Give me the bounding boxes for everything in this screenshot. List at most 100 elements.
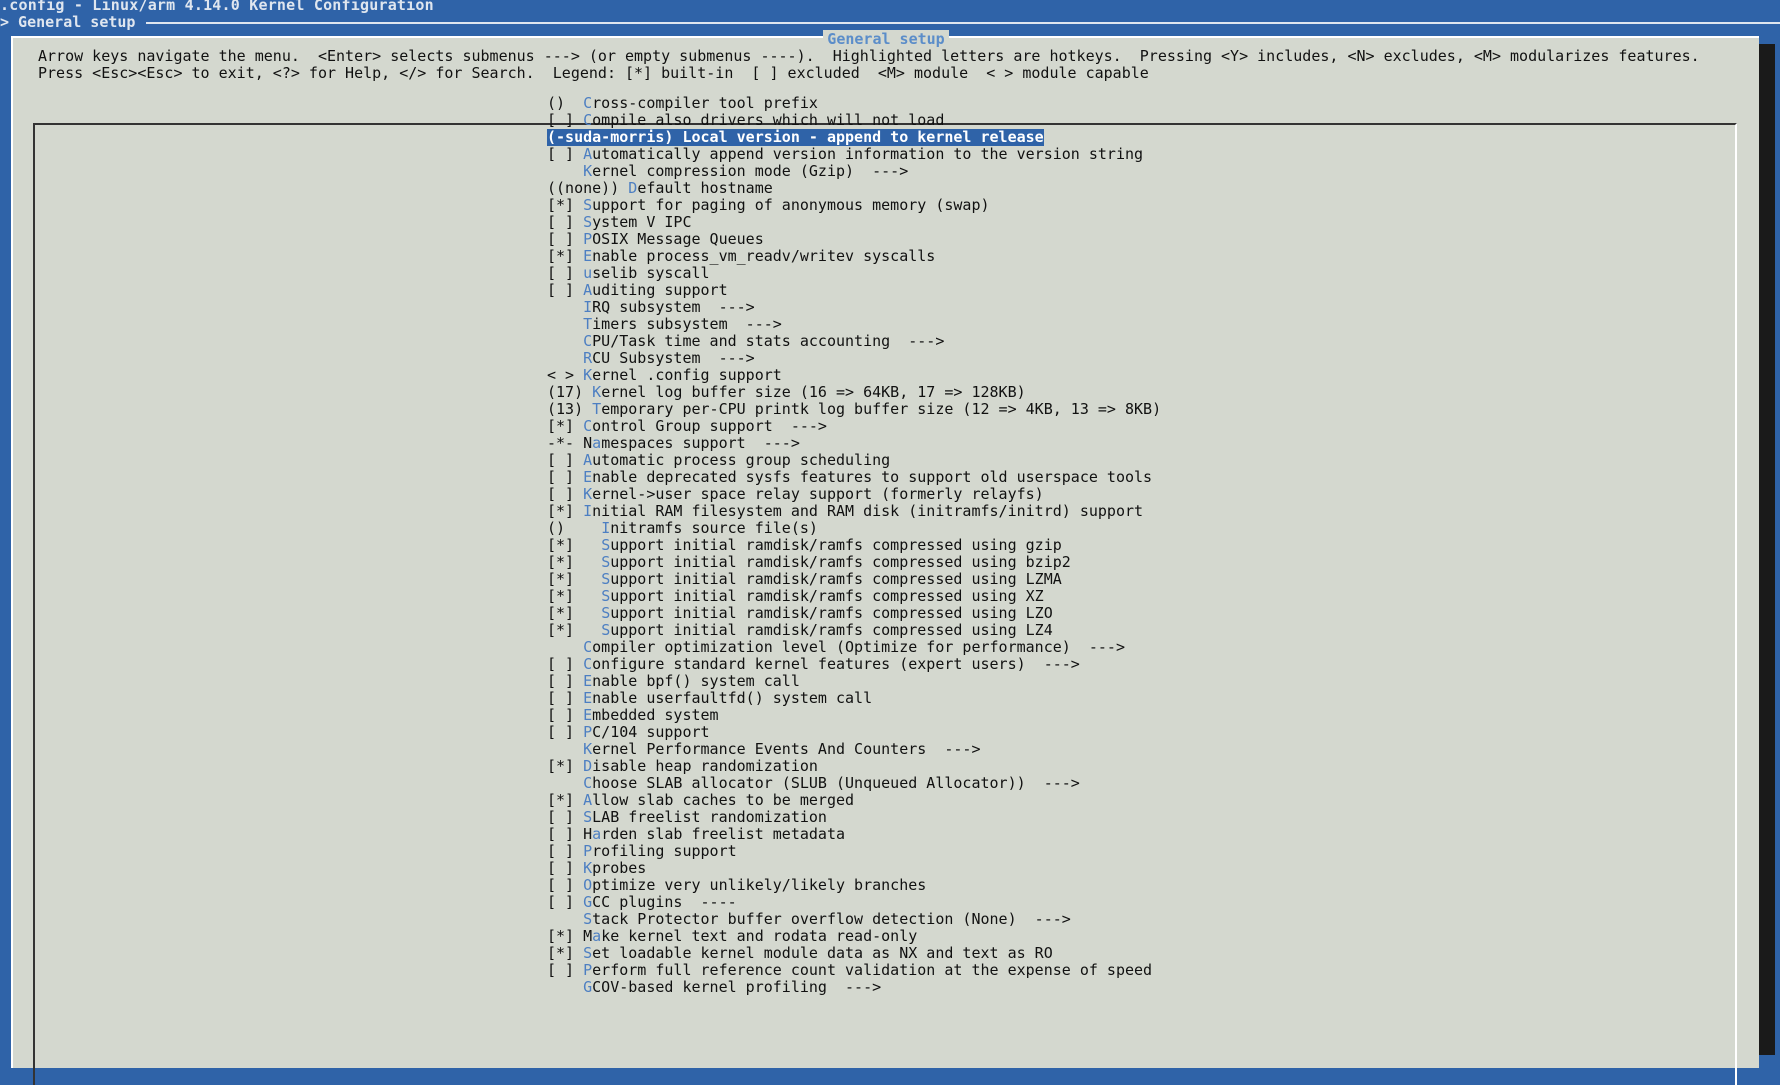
menu-item-label: System V IPC <box>583 214 691 231</box>
menu-item-label: Local version - append to kernel release <box>682 129 1044 146</box>
menu-item[interactable]: [ ] System V IPC <box>547 214 1161 231</box>
menu-item-hotkey: C <box>583 638 593 656</box>
menu-item-label: arden slab freelist metadata <box>592 826 845 843</box>
menu-item-label: Support initial ramdisk/ramfs compressed… <box>601 588 1044 605</box>
menu-item[interactable]: [*] Support initial ramdisk/ramfs compre… <box>547 554 1161 571</box>
menu-item-state: [*] <box>547 570 602 588</box>
menu-item[interactable]: Compiler optimization level (Optimize fo… <box>547 639 1161 656</box>
menu-item-label: Optimize very unlikely/likely branches <box>583 877 926 894</box>
menu-item-text: emporary per-CPU printk log buffer size … <box>601 400 1162 418</box>
menu-item[interactable]: [*] Support initial ramdisk/ramfs compre… <box>547 605 1161 622</box>
menu-item-state: [ ] <box>547 961 584 979</box>
menu-item[interactable]: [ ] Perform full reference count validat… <box>547 962 1161 979</box>
menu-item[interactable]: ((none)) Default hostname <box>547 180 1161 197</box>
menu-item[interactable]: [ ] Configure standard kernel features (… <box>547 656 1161 673</box>
menu-item[interactable]: [ ] Automatically append version informa… <box>547 146 1161 163</box>
menu-item-hotkey: u <box>583 264 593 282</box>
menu-item[interactable]: [ ] PC/104 support <box>547 724 1161 741</box>
menu-item[interactable]: [*] Enable process_vm_readv/writev sysca… <box>547 248 1161 265</box>
menu-item-state: [ ] <box>547 264 584 282</box>
menu-item-label: POSIX Message Queues <box>583 231 764 248</box>
menu-item[interactable]: Kernel Performance Events And Counters -… <box>547 741 1161 758</box>
menu-item[interactable]: [ ] Enable userfaultfd() system call <box>547 690 1161 707</box>
menu-item-text: upport initial ramdisk/ramfs compressed … <box>610 553 1071 571</box>
menu-item[interactable]: Kernel compression mode (Gzip) ---> <box>547 163 1161 180</box>
menu-item-label: Control Group support ---> <box>583 418 827 435</box>
menu-item-state: [*] <box>547 791 584 809</box>
menu-item-state: [ ] <box>547 145 584 163</box>
menu-item-state: [ ] <box>547 451 584 469</box>
menu-list[interactable]: () Cross-compiler tool prefix[ ] Compile… <box>547 95 1161 996</box>
menu-item-label: Support initial ramdisk/ramfs compressed… <box>601 605 1053 622</box>
menu-item-state: [*] <box>547 502 584 520</box>
menu-item[interactable]: [*] Set loadable kernel module data as N… <box>547 945 1161 962</box>
menu-item[interactable]: -*- Namespaces support ---> <box>547 435 1161 452</box>
menu-item[interactable]: [*] Support initial ramdisk/ramfs compre… <box>547 588 1161 605</box>
menu-item-hotkey: I <box>601 519 611 537</box>
menu-item[interactable]: [ ] Profiling support <box>547 843 1161 860</box>
menu-item-text: ernel compression mode (Gzip) ---> <box>592 162 909 180</box>
menu-item-text: mbedded system <box>592 706 719 724</box>
menu-item[interactable]: [*] Control Group support ---> <box>547 418 1161 435</box>
menu-item[interactable]: [*] Make kernel text and rodata read-onl… <box>547 928 1161 945</box>
menu-item-hotkey: S <box>601 604 611 622</box>
menu-item-selected[interactable]: (-suda-morris) Local version - append to… <box>547 129 1161 146</box>
menu-item-text: upport initial ramdisk/ramfs compressed … <box>610 570 1062 588</box>
menu-item[interactable]: (17) Kernel log buffer size (16 => 64KB,… <box>547 384 1161 401</box>
menu-item[interactable]: [*] Support initial ramdisk/ramfs compre… <box>547 571 1161 588</box>
menu-item[interactable]: () Cross-compiler tool prefix <box>547 95 1161 112</box>
menu-item[interactable]: (13) Temporary per-CPU printk log buffer… <box>547 401 1161 418</box>
menu-item[interactable]: [*] Support initial ramdisk/ramfs compre… <box>547 537 1161 554</box>
menu-item[interactable]: [ ] Enable bpf() system call <box>547 673 1161 690</box>
menu-item-hotkey: A <box>583 145 593 163</box>
menu-item-hotkey: A <box>583 791 593 809</box>
menu-item[interactable]: [*] Initial RAM filesystem and RAM disk … <box>547 503 1161 520</box>
menu-item[interactable]: [ ] SLAB freelist randomization <box>547 809 1161 826</box>
menu-item[interactable]: < > Kernel .config support <box>547 367 1161 384</box>
menu-item[interactable]: [ ] Auditing support <box>547 282 1161 299</box>
menu-item[interactable]: [ ] Automatic process group scheduling <box>547 452 1161 469</box>
menu-item[interactable]: GCOV-based kernel profiling ---> <box>547 979 1161 996</box>
menu-item-label: Kernel Performance Events And Counters -… <box>583 741 980 758</box>
menu-item-hotkey: K <box>592 383 602 401</box>
menu-item[interactable]: [*] Support initial ramdisk/ramfs compre… <box>547 622 1161 639</box>
menu-item-state <box>547 775 583 792</box>
menu-item-label: amespaces support ---> <box>592 435 800 452</box>
menu-item[interactable]: RCU Subsystem ---> <box>547 350 1161 367</box>
menu-item-label: Automatically append version information… <box>583 146 1143 163</box>
menu-item-text: hoose SLAB allocator (SLUB (Unqueued All… <box>592 774 1080 792</box>
menu-item-text: ptimize very unlikely/likely branches <box>592 876 927 894</box>
menu-item[interactable]: [ ] Compile also drivers which will not … <box>547 112 1161 129</box>
menu-item-state: () <box>547 94 584 112</box>
menu-item[interactable]: [*] Allow slab caches to be merged <box>547 792 1161 809</box>
menu-item-hotkey: S <box>583 808 593 826</box>
menu-item[interactable]: [*] Support for paging of anonymous memo… <box>547 197 1161 214</box>
menu-item[interactable]: [ ] Embedded system <box>547 707 1161 724</box>
menu-item[interactable]: Timers subsystem ---> <box>547 316 1161 333</box>
menu-item-text: upport for paging of anonymous memory (s… <box>592 196 990 214</box>
menu-item[interactable]: [*] Disable heap randomization <box>547 758 1161 775</box>
menu-item-label: GCOV-based kernel profiling ---> <box>583 979 881 996</box>
menu-item[interactable]: [ ] uselib syscall <box>547 265 1161 282</box>
menu-item[interactable]: [ ] Optimize very unlikely/likely branch… <box>547 877 1161 894</box>
menu-item-text: upport initial ramdisk/ramfs compressed … <box>610 587 1044 605</box>
menu-item[interactable]: [ ] Kprobes <box>547 860 1161 877</box>
menu-item-state <box>547 163 583 180</box>
menu-item[interactable]: IRQ subsystem ---> <box>547 299 1161 316</box>
menu-item[interactable]: Stack Protector buffer overflow detectio… <box>547 911 1161 928</box>
menu-item[interactable]: [ ] Kernel->user space relay support (fo… <box>547 486 1161 503</box>
menu-item-text: imers subsystem ---> <box>592 315 782 333</box>
menu-item[interactable]: [ ] Harden slab freelist metadata <box>547 826 1161 843</box>
menu-item[interactable]: Choose SLAB allocator (SLUB (Unqueued Al… <box>547 775 1161 792</box>
menu-item[interactable]: () Initramfs source file(s) <box>547 520 1161 537</box>
menu-item[interactable]: [ ] POSIX Message Queues <box>547 231 1161 248</box>
menu-item-state: [ ] <box>547 808 584 826</box>
menu-item[interactable]: CPU/Task time and stats accounting ---> <box>547 333 1161 350</box>
menu-item-hotkey: A <box>583 281 593 299</box>
menu-item[interactable]: [ ] GCC plugins ---- <box>547 894 1161 911</box>
menu-item[interactable]: [ ] Enable deprecated sysfs features to … <box>547 469 1161 486</box>
menu-item-hotkey: S <box>601 536 611 554</box>
menu-item-text: utomatically append version information … <box>592 145 1144 163</box>
menu-item-label: SLAB freelist randomization <box>583 809 827 826</box>
menu-item-text: nitial RAM filesystem and RAM disk (init… <box>592 502 1144 520</box>
